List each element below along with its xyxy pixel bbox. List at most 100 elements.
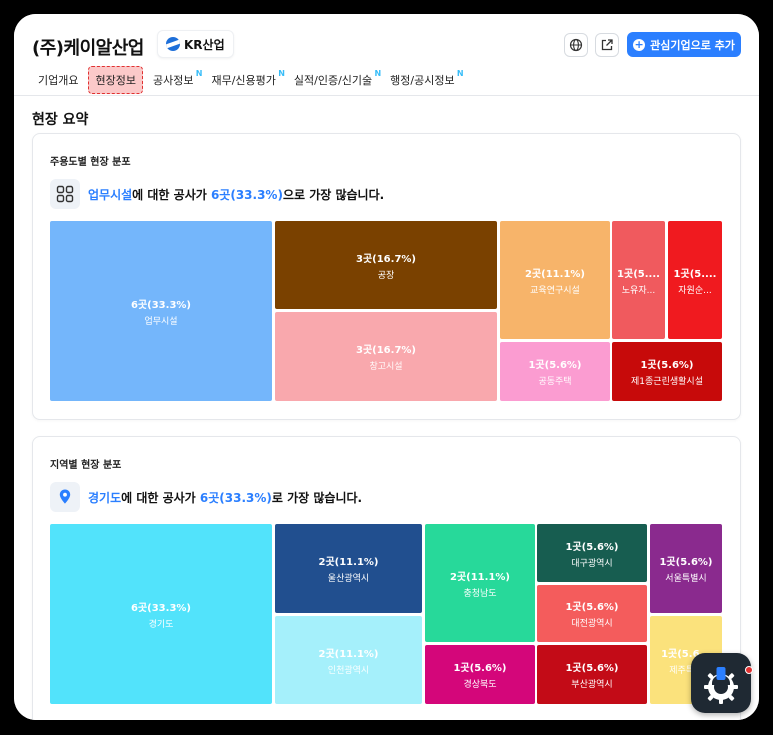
treemap-cell-value: 1곳(5.... (673, 268, 717, 280)
helmet-gear-icon (704, 667, 738, 704)
plus-circle-icon: + (633, 37, 646, 51)
treemap-cell-label: 창고시설 (369, 362, 403, 372)
treemap-cell-label: 부산광역시 (571, 680, 613, 690)
treemap-cell[interactable]: 1곳(5.6%) 부산광역시 (537, 645, 647, 704)
treemap-cell[interactable]: 1곳(5.6%) 공동주택 (500, 342, 610, 401)
treemap-cell[interactable]: 3곳(16.7%) 공장 (275, 221, 497, 309)
notification-dot (745, 666, 753, 674)
brand-label: KR산업 (184, 37, 225, 52)
summary-text: 경기도에 대한 공사가 6곳(33.3%)로 가장 많습니다. (88, 489, 362, 506)
region-summary: 경기도에 대한 공사가 6곳(33.3%)로 가장 많습니다. (50, 482, 362, 512)
category-grid-icon (50, 179, 80, 209)
tab-company-overview[interactable]: 기업개요 (32, 66, 84, 94)
usage-summary: 업무시설에 대한 공사가 6곳(33.3%)으로 가장 많습니다. (50, 179, 384, 209)
summary-count: 6곳(33.3%) (199, 490, 272, 505)
treemap-cell-value: 1곳(5.6%) (565, 602, 619, 613)
treemap-cell-value: 2곳(11.1%) (318, 557, 379, 568)
summary-end: 으로 가장 많습니다. (282, 187, 385, 202)
treemap-cell-label: 교육연구시설 (530, 285, 580, 296)
treemap-cell-label: 대구광역시 (571, 558, 613, 569)
treemap-cell[interactable]: 2곳(11.1%) 충청남도 (425, 524, 535, 642)
treemap-cell-value: 1곳(5.... (617, 268, 660, 280)
region-treemap: 6곳(33.3%) 경기도 2곳(11.1%) 울산광역시 2곳(11.1%) 인천광역시… (50, 524, 724, 706)
card-title: 지역별 현장 분포 (50, 460, 122, 471)
tab-finance-credit[interactable]: 재무/신용평가 N (205, 66, 284, 94)
treemap-cell-value: 2곳(11.1%) (525, 268, 585, 280)
treemap-cell-value: 6곳(33.3%) (131, 602, 191, 614)
tab-label: 공사정보 (152, 74, 194, 87)
treemap-cell[interactable]: 1곳(5.6%) 제1종근린생활시설 (612, 342, 722, 401)
treemap-cell[interactable]: 6곳(33.3%) 업무시설 (50, 221, 272, 401)
treemap-cell-label: 공장 (377, 270, 395, 281)
company-header: (주)케이알산업 KR산업 + 관심기업으로 추가 기업개요 현장정보 공사정보… (14, 14, 759, 96)
treemap-cell-label: 인천광역시 (327, 665, 370, 676)
treemap-cell[interactable]: 3곳(16.7%) 창고시설 (275, 312, 497, 401)
treemap-cell-value: 3곳(16.7%) (356, 253, 416, 265)
treemap-cell-value: 3곳(16.7%) (356, 345, 416, 356)
tab-label: 현장정보 (95, 74, 136, 87)
treemap-cell-label: 제1종근린생활시설 (631, 377, 703, 387)
treemap-cell-label: 울산광역시 (327, 574, 370, 584)
globe-icon (569, 38, 583, 52)
tab-site-info[interactable]: 현장정보 (88, 66, 143, 94)
treemap-cell[interactable]: 1곳(5.6%) 대전광역시 (537, 585, 647, 642)
treemap-cell-label: 자원순... (678, 285, 712, 296)
treemap-cell-label: 경기도 (148, 619, 174, 630)
main-content: 현장 요약 주용도별 현장 분포 업무시설에 대한 공사가 6곳(33.3%)으… (14, 97, 759, 720)
treemap-cell-value: 1곳(5.6%) (640, 360, 694, 371)
external-link-icon (601, 39, 613, 51)
tab-admin-disclosure[interactable]: 행정/공시정보 N (384, 66, 463, 94)
treemap-cell-value: 6곳(33.3%) (131, 299, 191, 311)
treemap-cell-label: 경상북도 (463, 680, 497, 690)
treemap-cell-label: 노유자... (621, 285, 656, 296)
tab-construction-info[interactable]: 공사정보 N (147, 66, 202, 94)
treemap-cell-value: 1곳(5.6%) (565, 663, 619, 674)
treemap-cell-value: 1곳(5.6%) (453, 663, 507, 674)
region-distribution-card: 지역별 현장 분포 경기도에 대한 공사가 6곳(33.3%)로 가장 많습니다… (32, 436, 741, 720)
treemap-cell-value: 1곳(5.6%) (528, 360, 582, 371)
tab-label: 기업개요 (38, 74, 79, 87)
summary-mid: 에 대한 공사가 (132, 187, 211, 202)
tab-performance-cert[interactable]: 실적/인증/신기술 N (288, 66, 382, 94)
treemap-cell-label: 서울특별시 (665, 574, 707, 584)
new-badge: N (374, 69, 382, 78)
map-pin-icon (50, 482, 80, 512)
treemap-cell[interactable]: 6곳(33.3%) 경기도 (50, 524, 272, 704)
help-assistant-button[interactable] (691, 653, 751, 713)
company-name: (주)케이알산업 (32, 38, 144, 59)
new-badge: N (278, 69, 285, 78)
tab-label: 행정/공시정보 (390, 74, 455, 87)
tab-label: 실적/인증/신기술 (293, 74, 373, 87)
treemap-cell-value: 1곳(5.6%) (565, 541, 619, 553)
treemap-cell[interactable]: 2곳(11.1%) 울산광역시 (275, 524, 422, 613)
summary-highlight: 업무시설 (88, 187, 133, 202)
section-title: 현장 요약 (32, 112, 89, 128)
new-badge: N (195, 69, 203, 78)
treemap-cell[interactable]: 1곳(5.6%) 경상북도 (425, 645, 535, 704)
treemap-cell[interactable]: 1곳(5.6%) 대구광역시 (537, 524, 647, 582)
treemap-cell[interactable]: 2곳(11.1%) 교육연구시설 (500, 221, 610, 339)
device-frame: (주)케이알산업 KR산업 + 관심기업으로 추가 기업개요 현장정보 공사정보… (0, 0, 773, 735)
treemap-cell-value: 2곳(11.1%) (318, 648, 379, 660)
website-button[interactable] (564, 33, 588, 57)
open-external-button[interactable] (595, 33, 619, 57)
treemap-cell[interactable]: 1곳(5.... 노유자... (612, 221, 665, 339)
treemap-cell[interactable]: 1곳(5.6%) 서울특별시 (650, 524, 722, 613)
summary-end: 로 가장 많습니다. (271, 490, 363, 505)
usage-distribution-card: 주용도별 현장 분포 업무시설에 대한 공사가 6곳(33.3%)으로 가장 많… (32, 133, 741, 420)
screen: (주)케이알산업 KR산업 + 관심기업으로 추가 기업개요 현장정보 공사정보… (14, 14, 759, 720)
kr-logo-icon (166, 37, 180, 51)
treemap-cell-label: 업무시설 (144, 316, 178, 327)
treemap-cell-label: 공동주택 (538, 377, 572, 387)
summary-text: 업무시설에 대한 공사가 6곳(33.3%)으로 가장 많습니다. (88, 186, 384, 203)
treemap-cell[interactable]: 1곳(5.... 자원순... (668, 221, 722, 339)
usage-treemap: 6곳(33.3%) 업무시설 3곳(16.7%) 공장 3곳(16.7%) 창고시설 2곳(… (50, 221, 724, 403)
treemap-cell[interactable]: 2곳(11.1%) 인천광역시 (275, 616, 422, 704)
summary-highlight: 경기도 (88, 490, 122, 505)
summary-count: 6곳(33.3%) (210, 187, 283, 202)
treemap-cell-value: 1곳(5.6%) (659, 557, 713, 568)
treemap-cell-label: 대전광역시 (571, 619, 613, 629)
brand-badge: KR산업 (157, 30, 234, 58)
add-favorite-company-button[interactable]: + 관심기업으로 추가 (627, 32, 741, 57)
treemap-cell-value: 2곳(11.1%) (450, 571, 510, 583)
